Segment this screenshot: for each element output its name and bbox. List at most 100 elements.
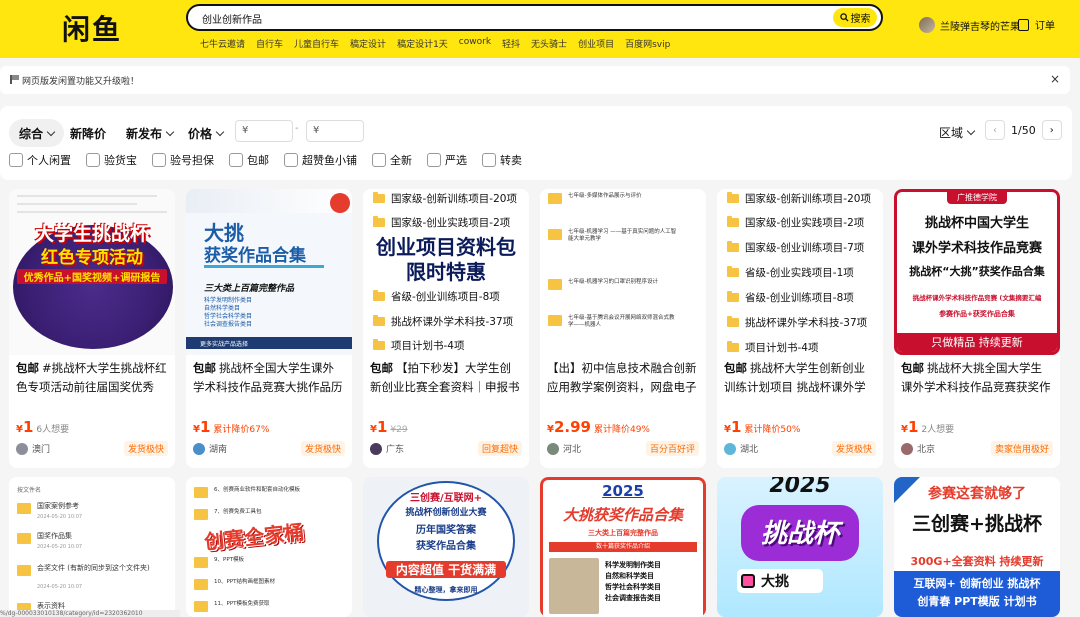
orders-link[interactable]: 订单 (1018, 17, 1055, 32)
thumb-title: 挑战杯中国大学生 (924, 216, 1029, 231)
check-selected[interactable]: 严选 (427, 152, 467, 168)
product-image[interactable]: 三创赛/互联网+ 挑战杯创新创业大赛 历年国奖答案 获奖作品合集 内容超值 干货… (363, 477, 529, 617)
product-card[interactable]: 国家级-创新训练项目-20项 国家级-创业实践项目-2项 国家级-创业训练项目-… (717, 189, 883, 468)
folder-icon (727, 216, 739, 227)
checkbox[interactable] (9, 153, 23, 167)
hot-word[interactable]: 创业项目 (578, 37, 614, 50)
folder-icon (727, 291, 739, 302)
product-card[interactable]: 广推德学院 挑战杯中国大学生 课外学术科技作品竞赛 挑战杯“大挑”获奖作品合集 … (894, 189, 1060, 468)
sort-label: 综合 (19, 126, 44, 141)
thumb-note: 互联网+ 创新创业 挑战杯 (913, 577, 1041, 590)
check-inspection[interactable]: 验货宝 (86, 152, 137, 168)
product-image[interactable]: 广推德学院 挑战杯中国大学生 课外学术科技作品竞赛 挑战杯“大挑”获奖作品合集 … (894, 189, 1060, 355)
hot-word[interactable]: 儿童自行车 (294, 37, 339, 50)
pagination: ‹ 1/50 › (985, 120, 1062, 140)
check-brand-new[interactable]: 全新 (372, 152, 412, 168)
free-shipping-tag: 包邮 (901, 361, 924, 375)
checkbox[interactable] (152, 153, 166, 167)
product-card[interactable]: 三创赛/互联网+ 挑战杯创新创业大赛 历年国奖答案 获奖作品合集 内容超值 干货… (363, 477, 529, 617)
xianyu-logo[interactable]: 闲鱼 (62, 8, 122, 48)
product-card[interactable]: 2025 挑战杯 大挑 (717, 477, 883, 617)
notice-bar: 网页版发闲置功能又升级啦！ × (0, 66, 1070, 94)
sort-label: 新降价 (70, 126, 107, 141)
hot-word[interactable]: 稿定设计 (350, 37, 386, 50)
product-image[interactable]: 2025 大挑获奖作品合集 三大类上百篇完整作品 数十篇获奖作品介绍 科学发明制… (540, 477, 706, 617)
product-card[interactable]: 按文件名 国家案例参考 2024-05-20 10:07 国奖作品集 2024-… (9, 477, 175, 617)
thumb-title: 大学生挑战杯 (34, 223, 149, 245)
search-input[interactable]: 创业创新作品 (202, 11, 262, 26)
product-card[interactable]: 2025 大挑获奖作品合集 三大类上百篇完整作品 数十篇获奖作品介绍 科学发明制… (540, 477, 706, 617)
price-row: ¥2.99 累计降价49% (547, 418, 650, 436)
product-card[interactable]: 国家级-创新训练项目-20项 国家级-创业实践项目-2项 创业项目资料包 限时特… (363, 189, 529, 468)
product-title: 包邮挑战杯大挑全国大学生课外学术科技作品竞赛获奖作品... (901, 359, 1053, 397)
next-page-button[interactable]: › (1041, 120, 1062, 140)
check-label: 个人闲置 (27, 154, 71, 167)
product-image[interactable]: 大挑 获奖作品合集 三大类上百篇完整作品 科学发明制作类目 自然科学类目 哲学社… (186, 189, 352, 355)
checkbox[interactable] (482, 153, 496, 167)
seller-location: 湖南 (209, 445, 228, 455)
thumb-title: 创赛全家桶 (203, 519, 306, 555)
seller-location: 广东 (386, 445, 405, 455)
product-image[interactable]: 大学生挑战杯 红色专项活动 优秀作品+国奖视频+调研报告 (9, 189, 175, 355)
thumb-ribbon: 广推德学院 (947, 192, 1007, 204)
folder-icon (194, 487, 208, 498)
check-super-shop[interactable]: 超赞鱼小铺 (284, 152, 357, 168)
product-image[interactable]: 按文件名 国家案例参考 2024-05-20 10:07 国奖作品集 2024-… (9, 477, 175, 617)
product-card[interactable]: 七年级-多媒体作品展示与评价 七年级-机器学习 ——基于真实问题的人工智能大单元… (540, 189, 706, 468)
currency: ¥ (370, 424, 377, 435)
thumb-header: 按文件名 (17, 487, 42, 494)
sort-new-release[interactable]: 新发布 (126, 119, 175, 147)
seller-badge: 发货极快 (123, 441, 168, 456)
product-card[interactable]: 大挑 获奖作品合集 三大类上百篇完整作品 科学发明制作类目 自然科学类目 哲学社… (186, 189, 352, 468)
price-max-input[interactable]: ¥ (306, 120, 364, 142)
thumb-item: 挑战杯课外学术科技-37项 (391, 316, 514, 328)
product-image[interactable]: 2025 挑战杯 大挑 (717, 477, 883, 617)
product-card[interactable]: 大学生挑战杯 红色专项活动 优秀作品+国奖视频+调研报告 包邮 #挑战杯大学生挑战… (9, 189, 175, 468)
product-image[interactable]: 6、创赛商业软件和配套自动化模板 7、创赛免费工具包 创赛全家桶 9、PPT模板… (186, 477, 352, 617)
search-icon (839, 13, 849, 22)
region-label: 区域 (939, 126, 964, 140)
sort-price[interactable]: 价格 (188, 119, 225, 147)
check-free-shipping[interactable]: 包邮 (229, 152, 269, 168)
thumb-note: 挑战杯课外学术科技作品竞赛 (文集摘要汇编 (912, 294, 1042, 302)
product-price: ¥1 (901, 418, 918, 436)
check-label: 转卖 (500, 154, 522, 167)
product-image[interactable]: 七年级-多媒体作品展示与评价 七年级-机器学习 ——基于真实问题的人工智能大单元… (540, 189, 706, 355)
check-account-guarantee[interactable]: 验号担保 (152, 152, 214, 168)
checkbox[interactable] (372, 153, 386, 167)
region-dropdown[interactable]: 区域 (939, 124, 976, 141)
product-card[interactable]: 参赛这套就够了 三创赛+挑战杯 300G+全套资料 持续更新 互联网+ 创新创业… (894, 477, 1060, 617)
hot-word[interactable]: 七牛云邀请 (200, 37, 245, 50)
hot-word[interactable]: 轻抖 (502, 37, 520, 50)
checkbox[interactable] (86, 153, 100, 167)
checkbox[interactable] (427, 153, 441, 167)
checkbox[interactable] (284, 153, 298, 167)
product-image[interactable]: 国家级-创新训练项目-20项 国家级-创业实践项目-2项 创业项目资料包 限时特… (363, 189, 529, 355)
seller-row: 广东 回复超快 (370, 441, 522, 456)
thumb-note: 参赛作品+获奖作品合集 (939, 310, 1015, 318)
product-image[interactable]: 参赛这套就够了 三创赛+挑战杯 300G+全套资料 持续更新 互联网+ 创新创业… (894, 477, 1060, 617)
price-value: 1 (907, 418, 919, 436)
original-price: ¥29 (390, 425, 408, 435)
checkbox[interactable] (229, 153, 243, 167)
search-bar[interactable]: 创业创新作品 搜索 (186, 4, 883, 31)
folder-icon (17, 503, 31, 514)
sort-new-price-drop[interactable]: 新降价 (70, 119, 106, 147)
product-card[interactable]: 6、创赛商业软件和配套自动化模板 7、创赛免费工具包 创赛全家桶 9、PPT模板… (186, 477, 352, 617)
check-resale[interactable]: 转卖 (482, 152, 522, 168)
price-min-input[interactable]: ¥ (235, 120, 293, 142)
free-shipping-tag: 包邮 (193, 361, 216, 375)
price-drop: 累计降价49% (593, 425, 650, 435)
hot-word[interactable]: cowork (459, 37, 491, 50)
user-profile[interactable]: 兰陵弹吉琴的芒果 (919, 17, 1020, 33)
hot-word[interactable]: 百度网svip (625, 37, 670, 50)
check-personal[interactable]: 个人闲置 (9, 152, 71, 168)
product-image[interactable]: 国家级-创新训练项目-20项 国家级-创业实践项目-2项 国家级-创业训练项目-… (717, 189, 883, 355)
hot-word[interactable]: 自行车 (256, 37, 283, 50)
hot-word[interactable]: 稿定设计1天 (397, 37, 448, 50)
close-icon[interactable]: × (1050, 72, 1060, 86)
search-button[interactable]: 搜索 (833, 8, 877, 27)
hot-word[interactable]: 无头骑士 (531, 37, 567, 50)
sort-comprehensive[interactable]: 综合 (9, 119, 65, 147)
prev-page-button[interactable]: ‹ (985, 120, 1005, 140)
